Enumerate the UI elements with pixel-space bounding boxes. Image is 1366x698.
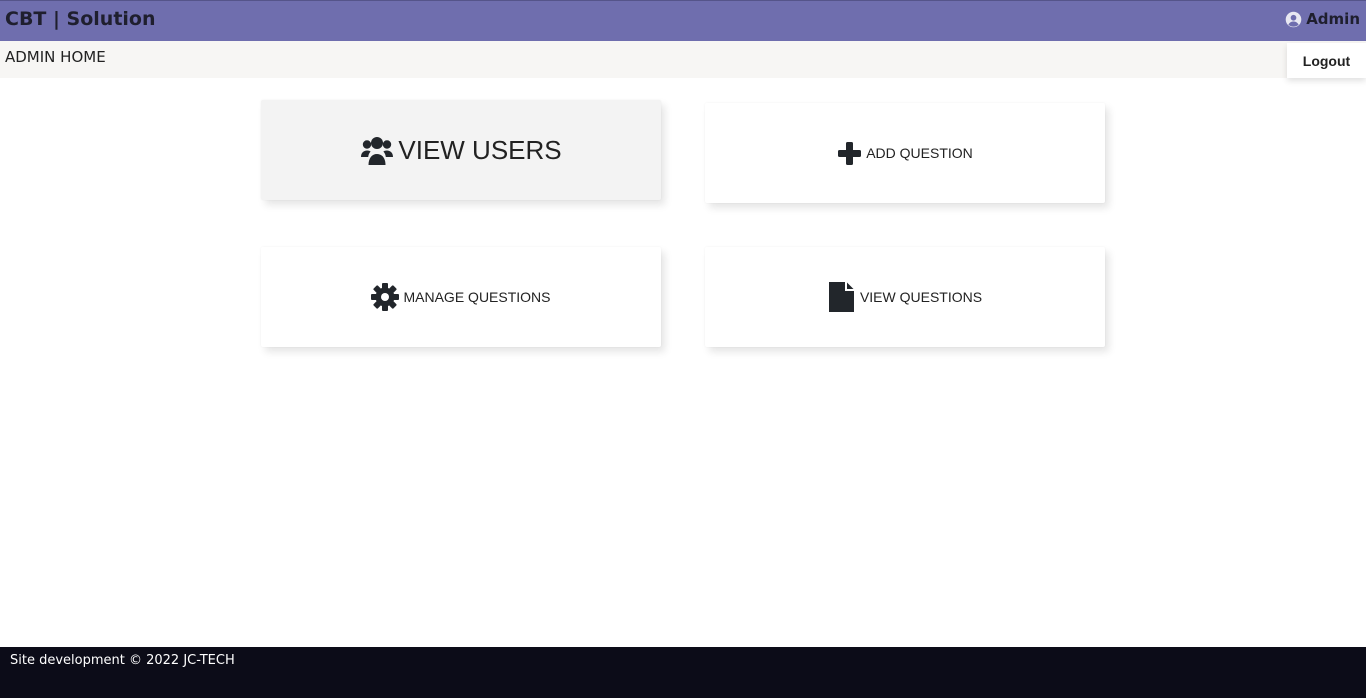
brand-title[interactable]: CBT | Solution	[5, 8, 156, 30]
sub-header: ADMIN HOME Logout	[0, 41, 1366, 78]
card-label: MANAGE QUESTIONS	[403, 289, 551, 305]
view-users-card[interactable]: VIEW USERS	[261, 100, 661, 200]
add-question-card[interactable]: ADD QUESTION	[705, 103, 1105, 203]
card-label: VIEW QUESTIONS	[859, 289, 983, 305]
card-label: ADD QUESTION	[866, 145, 973, 161]
view-questions-card[interactable]: VIEW QUESTIONS	[705, 247, 1105, 347]
user-menu[interactable]: Admin	[1285, 10, 1360, 28]
user-name: Admin	[1306, 10, 1360, 28]
gear-icon	[371, 283, 400, 311]
plus-icon	[838, 141, 862, 165]
users-icon	[361, 136, 394, 165]
copyright-text: Site development © 2022 JC-TECH	[10, 653, 235, 668]
page-title: ADMIN HOME	[5, 48, 106, 66]
top-navbar: CBT | Solution Admin	[0, 0, 1366, 41]
user-circle-icon	[1285, 11, 1302, 27]
manage-questions-card[interactable]: MANAGE QUESTIONS	[261, 247, 661, 347]
file-icon	[828, 282, 854, 312]
card-label: VIEW USERS	[398, 134, 562, 165]
footer: Site development © 2022 JC-TECH	[0, 647, 1366, 698]
logout-button[interactable]: Logout	[1287, 43, 1366, 78]
